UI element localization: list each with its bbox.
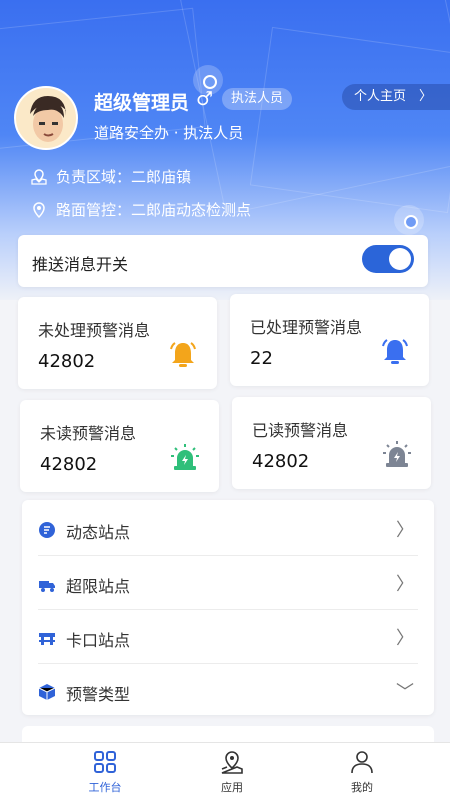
bell-icon [382,339,408,364]
toggle-knob [389,248,411,270]
truck-icon [39,581,55,592]
push-switch-label: 推送消息开关 [32,255,129,274]
tab-label: 我的 [351,781,373,794]
push-toggle[interactable] [362,245,414,273]
user-icon [351,751,373,774]
checkpoint-icon [39,633,55,645]
menu-item-warning-type[interactable]: 预警类型 ﹀ [22,664,434,718]
stat-value: 42802 [252,451,310,472]
tab-label: 应用 [221,781,243,794]
area-info: 负责区域：二郎庙镇 [30,166,191,187]
map-pin-icon [394,205,424,235]
tab-workbench[interactable]: 工作台 [55,749,155,795]
menu-item-overlimit-station[interactable]: 超限站点 〉 [22,556,434,610]
area-label: 负责区域：二郎庙镇 [56,168,192,186]
cube-icon [38,684,56,700]
alarm-light-icon [383,441,411,467]
stat-value: 22 [250,348,273,369]
tab-mine[interactable]: 我的 [312,749,412,795]
stat-card-read[interactable]: 已读预警消息 42802 [232,397,431,489]
area-map-icon [31,168,47,185]
menu-item-label: 预警类型 [66,685,131,704]
stat-value: 42802 [40,454,98,475]
map-road-line [249,26,450,214]
avatar[interactable] [14,86,78,150]
menu-item-dynamic-station[interactable]: 动态站点 〉 [22,502,434,556]
chevron-down-icon: ﹀ [396,682,414,703]
menu-item-label: 动态站点 [66,523,131,542]
homepage-label: 个人主页 [354,89,407,104]
dynamic-station-icon [39,522,55,538]
gender-icon: ♂ [196,88,214,110]
alarm-light-icon [171,444,199,470]
menu-item-checkpoint-station[interactable]: 卡口站点 〉 [22,610,434,664]
tab-apps[interactable]: 应用 [182,749,282,795]
map-pin-icon [221,751,243,774]
station-menu: 动态站点 〉 超限站点 〉 卡口站点 〉 预警类型 ﹀ [22,500,434,715]
tab-label: 工作台 [88,781,122,794]
role-badge: 执法人员 [222,88,293,110]
road-label: 路面管控：二郎庙动态检测点 [56,201,252,219]
chevron-right-icon: 〉 [396,628,414,649]
stat-card-unprocessed[interactable]: 未处理预警消息 42802 [18,297,217,389]
chevron-right-icon: 〉 [418,89,432,104]
menu-item-label: 卡口站点 [66,631,131,650]
user-name: 超级管理员 [94,92,190,114]
stat-title: 已处理预警消息 [250,318,363,337]
menu-item-label: 超限站点 [66,577,131,596]
road-info: 路面管控：二郎庙动态检测点 [30,199,251,220]
stat-title: 已读预警消息 [252,421,349,440]
stat-card-processed[interactable]: 已处理预警消息 22 [230,294,429,386]
chevron-right-icon: 〉 [396,520,414,541]
grid-icon [94,751,116,773]
location-icon [33,201,45,218]
bell-icon [170,342,196,367]
homepage-button[interactable]: 个人主页 〉 [342,84,450,110]
chevron-right-icon: 〉 [396,574,414,595]
push-switch-card: 推送消息开关 [18,235,428,287]
bottom-tab-bar: 工作台 应用 我的 [0,742,450,800]
stat-title: 未读预警消息 [40,424,137,443]
stat-card-unread[interactable]: 未读预警消息 42802 [20,400,219,492]
user-department: 道路安全办 · 执法人员 [94,124,244,142]
stat-title: 未处理预警消息 [38,321,151,340]
stat-value: 42802 [38,351,96,372]
